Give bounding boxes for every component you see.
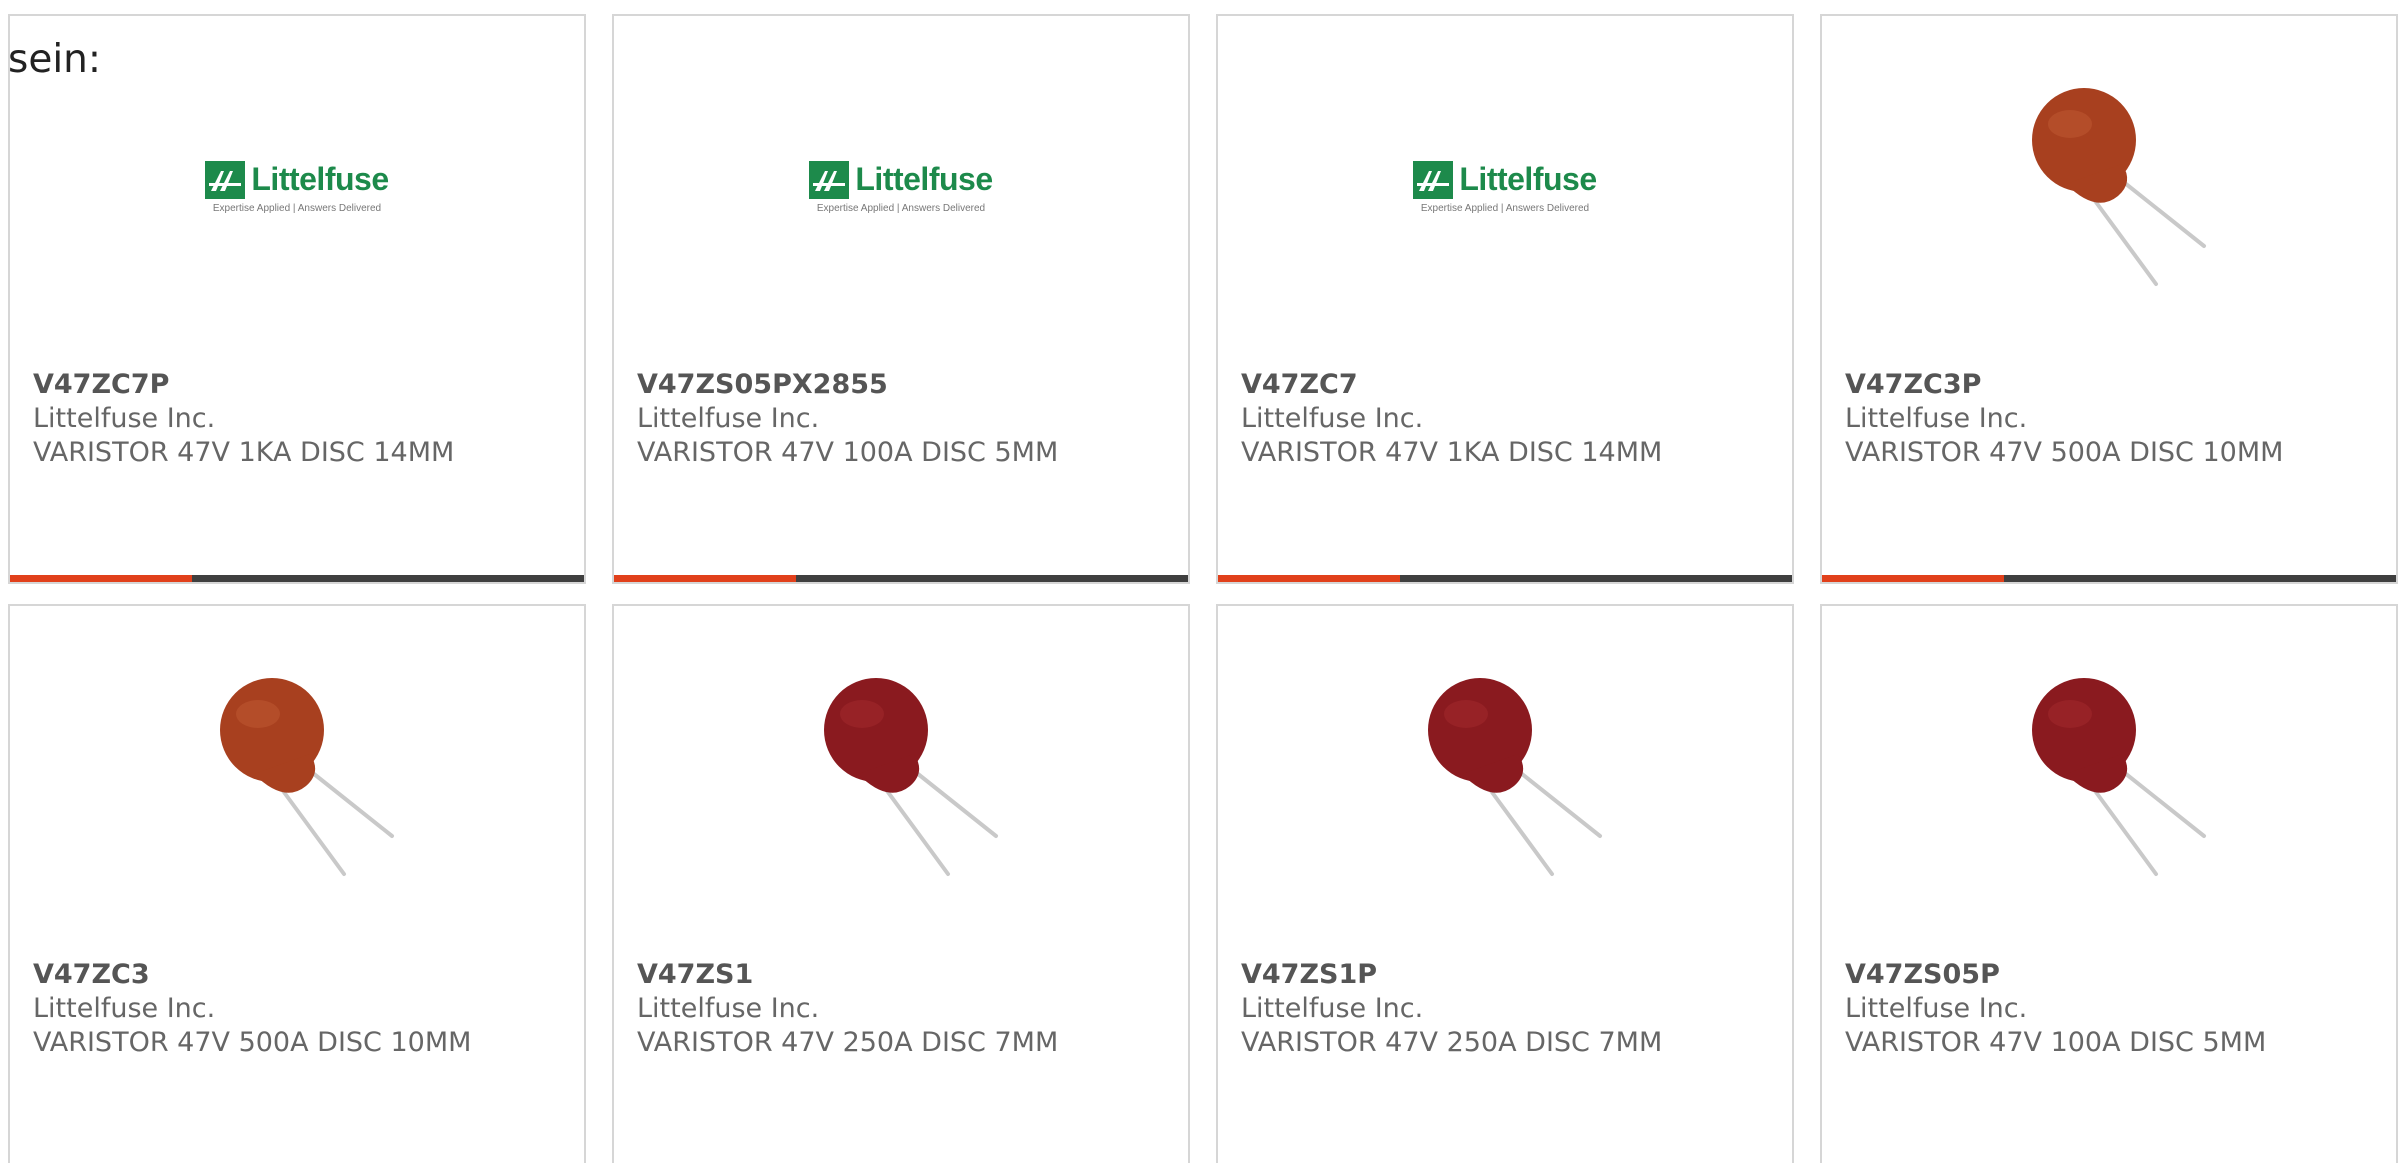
product-description: VARISTOR 47V 500A DISC 10MM — [1845, 437, 2284, 468]
product-card[interactable]: Littelfuse Expertise Applied | Answers De… — [1216, 14, 1794, 584]
product-image[interactable] — [1402, 674, 1608, 880]
littelfuse-logo-icon — [1413, 160, 1454, 199]
product-card[interactable]: Littelfuse Expertise Applied | Answers De… — [8, 14, 586, 584]
part-number-link[interactable]: V47ZC3 — [33, 958, 574, 992]
littelfuse-logo: Littelfuse Expertise Applied | Answers De… — [1402, 160, 1608, 214]
product-info: V47ZC7 Littelfuse Inc. VARISTOR 47V 1KA DI… — [1241, 368, 1782, 470]
product-image[interactable]: Littelfuse Expertise Applied | Answers De… — [798, 84, 1004, 290]
product-image[interactable] — [2006, 674, 2212, 880]
card-bottom-bar-accent — [1218, 575, 1400, 582]
part-number-link[interactable]: V47ZC7 — [1241, 368, 1782, 402]
product-info: V47ZC3 Littelfuse Inc. VARISTOR 47V 500A D… — [33, 958, 574, 1060]
product-image[interactable] — [194, 674, 400, 880]
part-number-link[interactable]: V47ZC7P — [33, 368, 574, 402]
logo-tagline: Expertise Applied | Answers Delivered — [816, 202, 986, 214]
manufacturer-name: Littelfuse Inc. — [637, 403, 820, 434]
card-bottom-bar-accent — [1822, 575, 2004, 582]
card-bottom-bar-accent — [614, 575, 796, 582]
logo-tagline: Expertise Applied | Answers Delivered — [212, 202, 382, 214]
product-info: V47ZC3P Littelfuse Inc. VARISTOR 47V 500A … — [1845, 368, 2386, 470]
manufacturer-name: Littelfuse Inc. — [33, 993, 216, 1024]
product-info: V47ZS05PX2855 Littelfuse Inc. VARISTOR 47V… — [637, 368, 1178, 470]
logo-wordmark: Littelfuse — [855, 161, 993, 197]
product-description: VARISTOR 47V 250A DISC 7MM — [1241, 1027, 1663, 1058]
product-card[interactable]: Littelfuse Expertise Applied | Answers De… — [612, 14, 1190, 584]
manufacturer-name: Littelfuse Inc. — [33, 403, 216, 434]
logo-wordmark: Littelfuse — [251, 161, 389, 197]
manufacturer-name: Littelfuse Inc. — [1241, 403, 1424, 434]
littelfuse-logo: Littelfuse Expertise Applied | Answers De… — [194, 160, 400, 214]
intro-text: sein: — [8, 37, 102, 82]
product-image[interactable] — [2006, 84, 2212, 290]
card-bottom-bar — [1822, 575, 2396, 582]
card-bottom-bar — [1218, 575, 1792, 582]
varistor-icon — [2032, 88, 2206, 286]
manufacturer-name: Littelfuse Inc. — [637, 993, 820, 1024]
product-description: VARISTOR 47V 100A DISC 5MM — [1845, 1027, 2267, 1058]
manufacturer-name: Littelfuse Inc. — [1241, 993, 1424, 1024]
logo-tagline: Expertise Applied | Answers Delivered — [1420, 202, 1590, 214]
card-bottom-bar — [614, 575, 1188, 582]
manufacturer-name: Littelfuse Inc. — [1845, 403, 2028, 434]
product-description: VARISTOR 47V 1KA DISC 14MM — [33, 437, 455, 468]
product-description: VARISTOR 47V 250A DISC 7MM — [637, 1027, 1059, 1058]
logo-wordmark: Littelfuse — [1459, 161, 1597, 197]
littelfuse-logo-icon — [205, 160, 246, 199]
product-card[interactable]: V47ZC3P Littelfuse Inc. VARISTOR 47V 500A … — [1820, 14, 2398, 584]
part-number-link[interactable]: V47ZS05P — [1845, 958, 2386, 992]
littelfuse-logo: Littelfuse Expertise Applied | Answers De… — [798, 160, 1004, 214]
card-bottom-bar-accent — [10, 575, 192, 582]
product-info: V47ZS1P Littelfuse Inc. VARISTOR 47V 250A … — [1241, 958, 1782, 1060]
product-description: VARISTOR 47V 100A DISC 5MM — [637, 437, 1059, 468]
product-description: VARISTOR 47V 500A DISC 10MM — [33, 1027, 472, 1058]
part-number-link[interactable]: V47ZS05PX2855 — [637, 368, 1178, 402]
product-image[interactable]: Littelfuse Expertise Applied | Answers De… — [194, 84, 400, 290]
part-number-link[interactable]: V47ZC3P — [1845, 368, 2386, 402]
product-image[interactable] — [798, 674, 1004, 880]
product-card[interactable]: V47ZS1 Littelfuse Inc. VARISTOR 47V 250A D… — [612, 604, 1190, 1163]
varistor-icon — [824, 678, 998, 876]
varistor-icon — [2032, 678, 2206, 876]
varistor-icon — [220, 678, 394, 876]
product-card[interactable]: V47ZC3 Littelfuse Inc. VARISTOR 47V 500A D… — [8, 604, 586, 1163]
product-info: V47ZS05P Littelfuse Inc. VARISTOR 47V 100A… — [1845, 958, 2386, 1060]
product-grid-page: sein: Littelfuse Expertise Applied | Answ… — [0, 0, 2400, 1163]
manufacturer-name: Littelfuse Inc. — [1845, 993, 2028, 1024]
product-info: V47ZC7P Littelfuse Inc. VARISTOR 47V 1KA D… — [33, 368, 574, 470]
card-bottom-bar — [10, 575, 584, 582]
product-description: VARISTOR 47V 1KA DISC 14MM — [1241, 437, 1663, 468]
varistor-icon — [1428, 678, 1602, 876]
product-info: V47ZS1 Littelfuse Inc. VARISTOR 47V 250A D… — [637, 958, 1178, 1060]
product-image[interactable]: Littelfuse Expertise Applied | Answers De… — [1402, 84, 1608, 290]
part-number-link[interactable]: V47ZS1P — [1241, 958, 1782, 992]
part-number-link[interactable]: V47ZS1 — [637, 958, 1178, 992]
product-card[interactable]: V47ZS05P Littelfuse Inc. VARISTOR 47V 100A… — [1820, 604, 2398, 1163]
product-card[interactable]: V47ZS1P Littelfuse Inc. VARISTOR 47V 250A … — [1216, 604, 1794, 1163]
littelfuse-logo-icon — [809, 160, 850, 199]
